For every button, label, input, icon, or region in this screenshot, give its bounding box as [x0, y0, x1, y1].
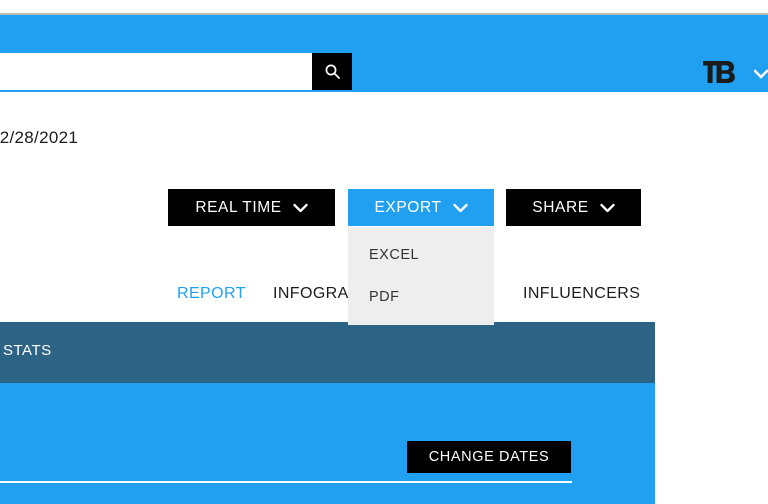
top-white-strip	[0, 0, 768, 13]
stats-panel-header: R STATS	[0, 322, 655, 383]
real-time-label: REAL TIME	[195, 198, 282, 216]
chevron-down-icon	[452, 203, 468, 213]
date-range-value: 12/28/2021	[0, 128, 79, 147]
share-button[interactable]: SHARE	[506, 189, 641, 226]
export-label: EXPORT	[374, 198, 442, 216]
export-button[interactable]: EXPORT	[348, 189, 494, 226]
tab-report[interactable]: REPORT	[177, 285, 246, 303]
tab-influencers[interactable]: INFLUENCERS	[523, 285, 640, 303]
change-dates-button[interactable]: CHANGE DATES	[407, 441, 571, 473]
search-bar	[0, 53, 352, 90]
app-screen: REAL TIME EXPORT SHARE EXCEL PDF REPORT …	[0, 0, 768, 504]
export-menu-item-pdf[interactable]: PDF	[348, 282, 494, 313]
search-input[interactable]	[0, 53, 312, 90]
export-menu-item-excel[interactable]: EXCEL	[348, 240, 494, 271]
real-time-button[interactable]: REAL TIME	[168, 189, 335, 226]
tb-logo-icon[interactable]	[702, 57, 736, 87]
stats-panel: R STATS	[0, 322, 655, 504]
export-dropdown-menu: EXCEL PDF	[348, 227, 494, 325]
search-button[interactable]	[312, 53, 352, 90]
share-label: SHARE	[532, 198, 589, 216]
chevron-down-icon	[293, 203, 308, 213]
panel-divider	[0, 481, 572, 483]
app-header	[0, 15, 768, 92]
stats-panel-title: R STATS	[0, 342, 52, 359]
chevron-down-icon	[600, 203, 615, 213]
account-chevron-down-icon[interactable]	[754, 67, 768, 81]
search-icon	[324, 63, 341, 80]
change-dates-label: CHANGE DATES	[428, 449, 550, 465]
